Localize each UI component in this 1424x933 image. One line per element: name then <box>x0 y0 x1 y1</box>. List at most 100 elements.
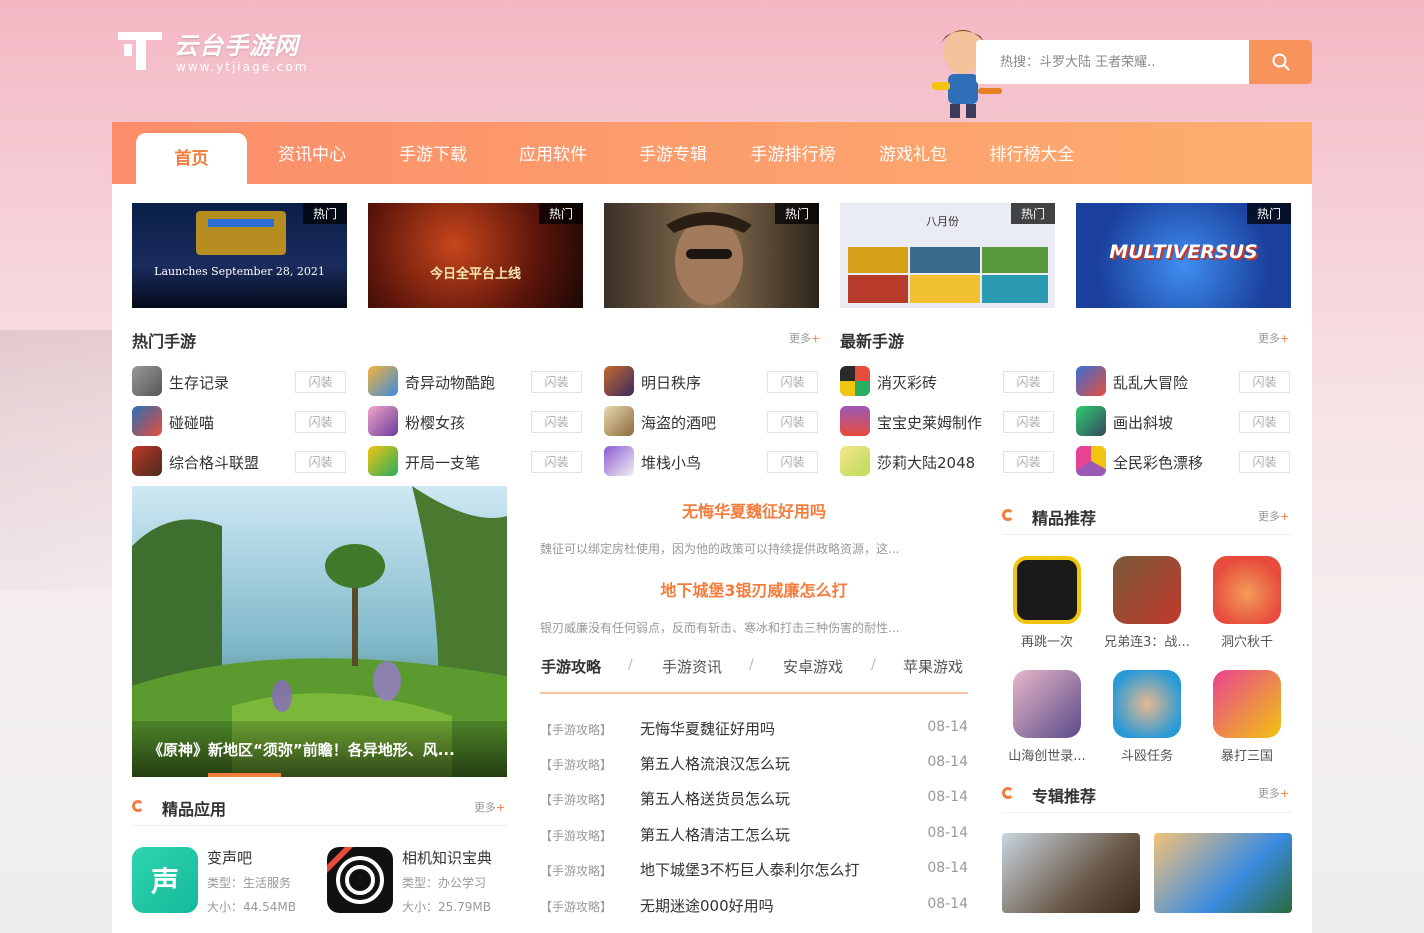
news-date: 08-14 <box>927 825 968 841</box>
nav-game-download[interactable]: 手游下载 <box>389 122 477 184</box>
picks-more[interactable]: 更多+ <box>1258 508 1289 524</box>
game-item[interactable]: 海盗的酒吧 闪装 <box>604 406 818 436</box>
more-plus: + <box>496 801 506 814</box>
game-item[interactable]: 画出斜坡 闪装 <box>1076 406 1290 436</box>
tab-game-guides[interactable]: 手游攻略 <box>541 656 601 677</box>
pick-item[interactable]: 暴打三国 <box>1198 670 1296 764</box>
news-tabs: 手游攻略 / 手游资讯 / 安卓游戏 / 苹果游戏 <box>540 644 968 694</box>
app-name: 相机知识宝典 <box>402 849 493 867</box>
game-icon <box>132 446 162 476</box>
game-item[interactable]: 碰碰喵 闪装 <box>132 406 346 436</box>
search-button[interactable] <box>1249 40 1312 84</box>
nav-news-center[interactable]: 资讯中心 <box>268 122 356 184</box>
game-icon <box>840 366 870 396</box>
album-item[interactable] <box>1002 833 1140 913</box>
camera-app-icon <box>327 847 393 913</box>
tab-separator: / <box>871 657 876 673</box>
game-item[interactable]: 宝宝史莱姆制作 闪装 <box>840 406 1054 436</box>
pick-item[interactable]: 山海创世录... <box>998 670 1096 764</box>
pick-item[interactable]: 斗殴任务 <box>1098 670 1196 764</box>
new-games-more[interactable]: 更多+ <box>1258 330 1289 346</box>
game-name: 消灭彩砖 <box>877 374 938 392</box>
banner-item[interactable]: 八月份 热门 <box>840 203 1055 308</box>
site-logo[interactable]: 云台手游网 www.ytjiage.com <box>116 26 326 78</box>
flash-install-button[interactable]: 闪装 <box>1239 411 1290 433</box>
game-item[interactable]: 乱乱大冒险 闪装 <box>1076 366 1290 396</box>
game-item[interactable]: 消灭彩砖 闪装 <box>840 366 1054 396</box>
news-item[interactable]: 【手游攻略】 第五人格流浪汉怎么玩 08-14 <box>540 753 968 777</box>
hot-tag: 热门 <box>774 203 819 224</box>
app-size: 大小：25.79MB <box>402 900 491 914</box>
flash-install-button[interactable]: 闪装 <box>531 371 582 393</box>
game-item[interactable]: 奇异动物酷跑 闪装 <box>368 366 582 396</box>
nav-game-ranking[interactable]: 手游排行榜 <box>742 122 844 184</box>
flash-install-button[interactable]: 闪装 <box>531 451 582 473</box>
flash-install-button[interactable]: 闪装 <box>767 371 818 393</box>
banner-item[interactable]: 热门 <box>604 203 819 308</box>
game-item[interactable]: 堆栈小鸟 闪装 <box>604 446 818 476</box>
pick-item[interactable]: 兄弟连3：战... <box>1098 556 1196 650</box>
flash-install-button[interactable]: 闪装 <box>1003 411 1054 433</box>
slide-indicator[interactable] <box>208 773 281 777</box>
feature-slide[interactable]: 《原神》新地区“须弥”前瞻！各异地形、风... <box>132 486 507 777</box>
nav-apps[interactable]: 应用软件 <box>509 122 597 184</box>
game-item[interactable]: 明日秩序 闪装 <box>604 366 818 396</box>
game-item[interactable]: 开局一支笔 闪装 <box>368 446 582 476</box>
news-item[interactable]: 【手游攻略】 第五人格清洁工怎么玩 08-14 <box>540 824 968 848</box>
game-icon <box>368 446 398 476</box>
pick-name: 斗殴任务 <box>1120 749 1173 764</box>
news-item[interactable]: 【手游攻略】 无期迷途000好用吗 08-14 <box>540 895 968 919</box>
news-item[interactable]: 【手游攻略】 第五人格送货员怎么玩 08-14 <box>540 788 968 812</box>
game-item[interactable]: 生存记录 闪装 <box>132 366 346 396</box>
flash-install-button[interactable]: 闪装 <box>1239 371 1290 393</box>
feature-caption: 《原神》新地区“须弥”前瞻！各异地形、风... <box>132 721 507 777</box>
headline-title[interactable]: 无悔华夏魏征好用吗 <box>540 498 968 522</box>
news-date: 08-14 <box>927 789 968 805</box>
game-item[interactable]: 全民彩色漂移 闪装 <box>1076 446 1290 476</box>
tab-game-news[interactable]: 手游资讯 <box>662 656 722 677</box>
nav-game-albums[interactable]: 手游专辑 <box>629 122 717 184</box>
more-label: 更多 <box>1258 787 1280 800</box>
flash-install-button[interactable]: 闪装 <box>1003 371 1054 393</box>
search-input[interactable] <box>976 40 1249 84</box>
news-item[interactable]: 【手游攻略】 地下城堡3不朽巨人泰利尔怎么打 08-14 <box>540 859 968 883</box>
hot-tag: 热门 <box>1010 203 1055 224</box>
game-name: 粉樱女孩 <box>405 414 466 432</box>
nav-home[interactable]: 首页 <box>136 133 247 184</box>
album-item[interactable] <box>1154 833 1292 913</box>
news-date: 08-14 <box>927 860 968 876</box>
flash-install-button[interactable]: 闪装 <box>1003 451 1054 473</box>
more-label: 更多 <box>789 332 811 345</box>
more-plus: + <box>1280 787 1290 800</box>
apps-more[interactable]: 更多+ <box>474 799 505 815</box>
banner-item[interactable]: MULTIVERSUS 热门 <box>1076 203 1291 308</box>
nav-gift-packs[interactable]: 游戏礼包 <box>869 122 957 184</box>
hot-games-more[interactable]: 更多+ <box>789 330 820 346</box>
flash-install-button[interactable]: 闪装 <box>1239 451 1290 473</box>
nav-rankings-all[interactable]: 排行榜大全 <box>981 122 1083 184</box>
headline-summary: 银刃威廉没有任何弱点，反而有斩击、寒冰和打击三种伤害的耐性... <box>540 621 900 635</box>
banner-item[interactable]: Launches September 28, 2021 热门 <box>132 203 347 308</box>
flash-install-button[interactable]: 闪装 <box>295 451 346 473</box>
flash-install-button[interactable]: 闪装 <box>767 411 818 433</box>
game-item[interactable]: 粉樱女孩 闪装 <box>368 406 582 436</box>
section-divider <box>1002 812 1292 813</box>
flash-install-button[interactable]: 闪装 <box>295 411 346 433</box>
game-item[interactable]: 综合格斗联盟 闪装 <box>132 446 346 476</box>
app-item[interactable]: 相机知识宝典 类型：办公学习 大小：25.79MB <box>327 847 517 915</box>
game-item[interactable]: 莎莉大陆2048 闪装 <box>840 446 1054 476</box>
news-category: 【手游攻略】 <box>540 900 613 914</box>
flash-install-button[interactable]: 闪装 <box>295 371 346 393</box>
app-item[interactable]: 声 变声吧 类型：生活服务 大小：44.54MB <box>132 847 322 915</box>
headline-title[interactable]: 地下城堡3银刃威廉怎么打 <box>540 577 968 601</box>
pick-item[interactable]: 洞穴秋千 <box>1198 556 1296 650</box>
flash-install-button[interactable]: 闪装 <box>531 411 582 433</box>
albums-more[interactable]: 更多+ <box>1258 785 1289 801</box>
news-category: 【手游攻略】 <box>540 723 613 737</box>
banner-item[interactable]: 今日全平台上线 热门 <box>368 203 583 308</box>
news-item[interactable]: 【手游攻略】 无悔华夏魏征好用吗 08-14 <box>540 718 968 742</box>
flash-install-button[interactable]: 闪装 <box>767 451 818 473</box>
pick-item[interactable]: 再跳一次 <box>998 556 1096 650</box>
tab-apple-games[interactable]: 苹果游戏 <box>903 656 963 677</box>
tab-android-games[interactable]: 安卓游戏 <box>783 656 843 677</box>
